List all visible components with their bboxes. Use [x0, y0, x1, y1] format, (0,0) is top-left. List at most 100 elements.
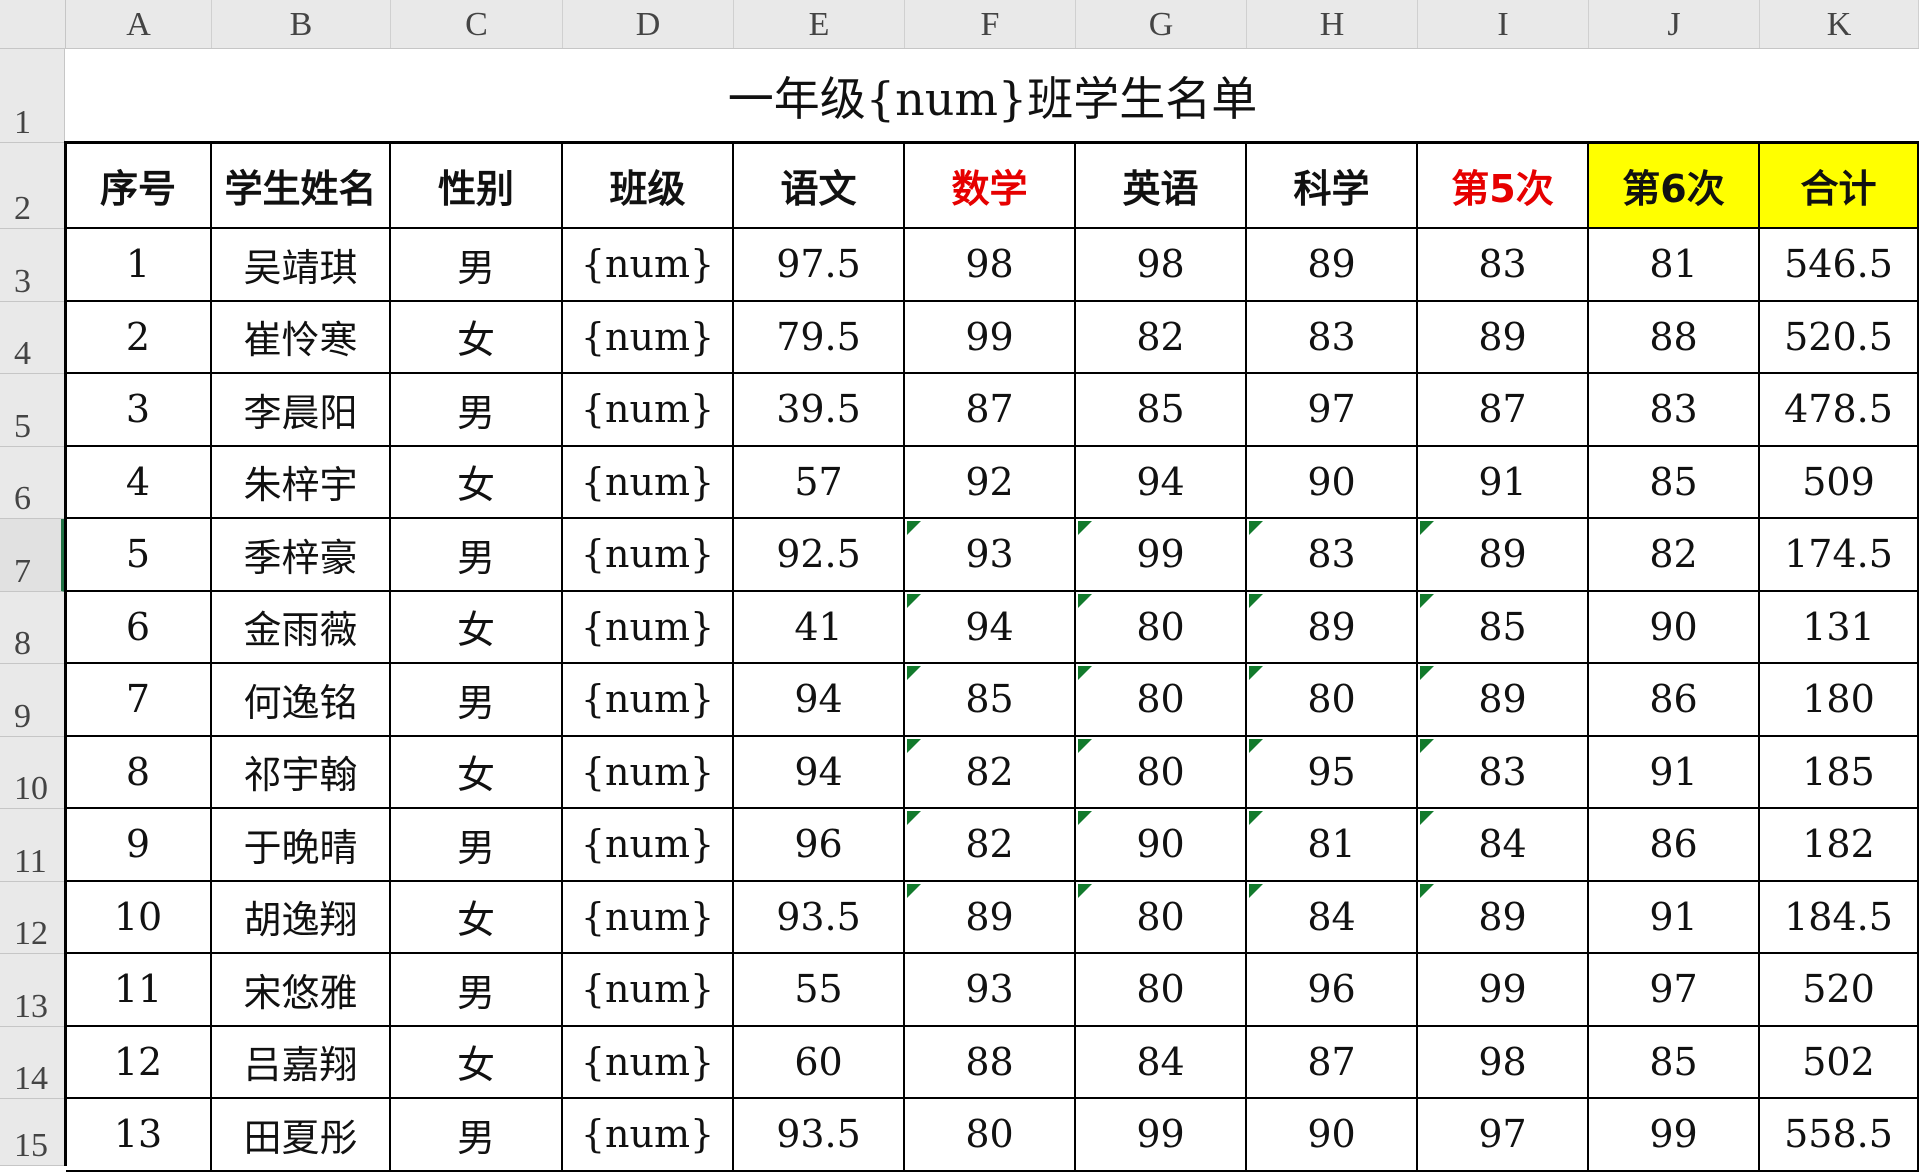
cell-c4[interactable]: 女 [391, 301, 563, 374]
column-header-h[interactable]: H [1247, 0, 1418, 48]
cell-b9[interactable]: 何逸铭 [212, 664, 391, 737]
cell-b12[interactable]: 胡逸翔 [212, 881, 391, 954]
cell-f13[interactable]: 93 [905, 954, 1076, 1027]
cell-h10[interactable]: 95 [1247, 736, 1418, 809]
header-cell-a[interactable]: 序号 [66, 143, 212, 229]
cell-c15[interactable]: 男 [391, 1099, 563, 1172]
cell-c5[interactable]: 男 [391, 374, 563, 447]
error-indicator-icon[interactable] [1249, 738, 1263, 753]
cell-d3[interactable]: {num} [563, 229, 734, 302]
cell-h15[interactable]: 90 [1247, 1099, 1418, 1172]
cell-e5[interactable]: 39.5 [734, 374, 905, 447]
column-header-g[interactable]: G [1076, 0, 1247, 48]
cell-b5[interactable]: 李晨阳 [212, 374, 391, 447]
column-header-a[interactable]: A [66, 0, 212, 48]
cell-e7[interactable]: 92.5 [734, 519, 905, 592]
cell-b6[interactable]: 朱梓宇 [212, 446, 391, 519]
cell-f15[interactable]: 80 [905, 1099, 1076, 1172]
error-indicator-icon[interactable] [1078, 811, 1092, 825]
cell-h3[interactable]: 89 [1247, 229, 1418, 302]
cell-k3[interactable]: 546.5 [1760, 229, 1919, 302]
cell-j4[interactable]: 88 [1589, 301, 1760, 374]
row-header-1[interactable]: 1 [0, 49, 65, 143]
cell-j5[interactable]: 83 [1589, 374, 1760, 447]
cell-a12[interactable]: 10 [66, 881, 212, 954]
column-header-d[interactable]: D [563, 0, 734, 48]
cell-f5[interactable]: 87 [905, 374, 1076, 447]
cell-i8[interactable]: 85 [1418, 591, 1589, 664]
cell-b11[interactable]: 于晚晴 [212, 809, 391, 882]
header-cell-e[interactable]: 语文 [734, 143, 905, 229]
cell-b10[interactable]: 祁宇翰 [212, 736, 391, 809]
cell-h4[interactable]: 83 [1247, 301, 1418, 374]
cell-i13[interactable]: 99 [1418, 954, 1589, 1027]
cell-f10[interactable]: 82 [905, 736, 1076, 809]
cell-j15[interactable]: 99 [1589, 1099, 1760, 1172]
cell-c8[interactable]: 女 [391, 591, 563, 664]
cell-d13[interactable]: {num} [563, 954, 734, 1027]
cell-k8[interactable]: 131 [1760, 591, 1919, 664]
cell-e14[interactable]: 60 [734, 1026, 905, 1099]
cell-d6[interactable]: {num} [563, 446, 734, 519]
cell-d14[interactable]: {num} [563, 1026, 734, 1099]
header-cell-h[interactable]: 科学 [1247, 143, 1418, 229]
cell-b15[interactable]: 田夏彤 [212, 1099, 391, 1172]
cell-a10[interactable]: 8 [66, 736, 212, 809]
error-indicator-icon[interactable] [1078, 666, 1092, 680]
cell-b4[interactable]: 崔怜寒 [212, 301, 391, 374]
cell-k12[interactable]: 184.5 [1760, 881, 1919, 954]
cell-i4[interactable]: 89 [1418, 301, 1589, 374]
cell-c9[interactable]: 男 [391, 664, 563, 737]
error-indicator-icon[interactable] [1078, 738, 1092, 753]
cell-i7[interactable]: 89 [1418, 519, 1589, 592]
row-header-11[interactable]: 11 [0, 809, 65, 882]
cell-h11[interactable]: 81 [1247, 809, 1418, 882]
cell-e3[interactable]: 97.5 [734, 229, 905, 302]
cell-g14[interactable]: 84 [1076, 1026, 1247, 1099]
cell-k4[interactable]: 520.5 [1760, 301, 1919, 374]
cell-f8[interactable]: 94 [905, 591, 1076, 664]
cell-e6[interactable]: 57 [734, 446, 905, 519]
header-cell-d[interactable]: 班级 [563, 143, 734, 229]
cell-e12[interactable]: 93.5 [734, 881, 905, 954]
cell-e11[interactable]: 96 [734, 809, 905, 882]
cell-f11[interactable]: 82 [905, 809, 1076, 882]
error-indicator-icon[interactable] [1078, 593, 1092, 608]
error-indicator-icon[interactable] [907, 883, 921, 898]
error-indicator-icon[interactable] [1249, 811, 1263, 825]
column-header-i[interactable]: I [1418, 0, 1589, 48]
cell-j14[interactable]: 85 [1589, 1026, 1760, 1099]
cell-a11[interactable]: 9 [66, 809, 212, 882]
cell-k9[interactable]: 180 [1760, 664, 1919, 737]
cell-g7[interactable]: 99 [1076, 519, 1247, 592]
cell-g15[interactable]: 99 [1076, 1099, 1247, 1172]
cell-f6[interactable]: 92 [905, 446, 1076, 519]
select-all-corner[interactable] [0, 0, 66, 48]
cell-c7[interactable]: 男 [391, 519, 563, 592]
cell-d11[interactable]: {num} [563, 809, 734, 882]
column-header-e[interactable]: E [734, 0, 905, 48]
cell-a7[interactable]: 5 [66, 519, 212, 592]
row-header-6[interactable]: 6 [0, 446, 65, 519]
cell-f12[interactable]: 89 [905, 881, 1076, 954]
column-header-b[interactable]: B [212, 0, 391, 48]
cell-k14[interactable]: 502 [1760, 1026, 1919, 1099]
error-indicator-icon[interactable] [1249, 593, 1263, 608]
cell-d7[interactable]: {num} [563, 519, 734, 592]
header-cell-j[interactable]: 第6次 [1589, 143, 1760, 229]
header-cell-k[interactable]: 合计 [1760, 143, 1919, 229]
row-header-15[interactable]: 15 [0, 1099, 65, 1166]
cell-a5[interactable]: 3 [66, 374, 212, 447]
cell-a6[interactable]: 4 [66, 446, 212, 519]
header-cell-b[interactable]: 学生姓名 [212, 143, 391, 229]
column-header-k[interactable]: K [1760, 0, 1919, 48]
header-cell-g[interactable]: 英语 [1076, 143, 1247, 229]
cell-h7[interactable]: 83 [1247, 519, 1418, 592]
row-header-7[interactable]: 7 [0, 519, 65, 592]
cell-e8[interactable]: 41 [734, 591, 905, 664]
cell-c12[interactable]: 女 [391, 881, 563, 954]
cell-j13[interactable]: 97 [1589, 954, 1760, 1027]
cell-b7[interactable]: 季梓豪 [212, 519, 391, 592]
cell-h13[interactable]: 96 [1247, 954, 1418, 1027]
cell-f9[interactable]: 85 [905, 664, 1076, 737]
